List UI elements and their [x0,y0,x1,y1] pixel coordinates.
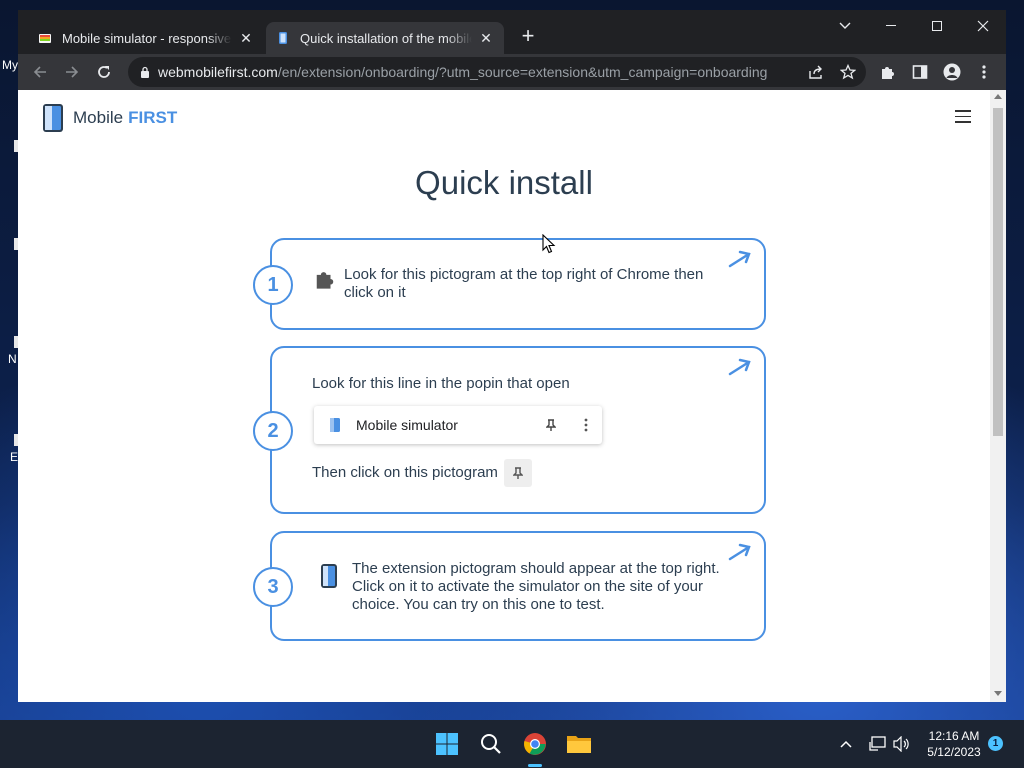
minimize-button[interactable] [868,10,914,42]
address-bar[interactable]: webmobilefirst.com/en/extension/onboardi… [128,57,866,87]
brand-suffix: FIRST [128,108,178,127]
clock[interactable]: 12:16 AM 5/12/2023 [916,728,992,760]
mouse-cursor-icon [542,234,556,254]
step-1-text: Look for this pictogram at the top right… [344,266,704,301]
share-button[interactable] [804,60,828,84]
desktop-icon-label[interactable]: My [2,58,18,72]
maximize-button[interactable] [914,10,960,42]
puzzle-icon [316,272,334,289]
step-number-badge: 3 [253,567,293,607]
extensions-button[interactable] [876,60,900,84]
profile-button[interactable] [940,60,964,84]
search-icon [481,734,501,754]
tab-strip: Mobile simulator - responsive testing ✕ … [18,10,1006,54]
tab-close-icon[interactable]: ✕ [238,30,254,47]
page-scrollbar[interactable] [990,90,1006,702]
volume-button[interactable] [886,728,918,760]
minimize-icon [886,25,896,26]
arrow-up-right-icon [728,358,751,376]
network-icon [869,736,886,751]
tab-search-button[interactable] [822,10,868,42]
browser-toolbar: webmobilefirst.com/en/extension/onboardi… [18,54,1006,90]
brand-prefix: Mobile [73,108,124,127]
reload-button[interactable] [92,60,116,84]
speaker-icon [893,736,909,752]
clock-time: 12:16 AM [928,729,980,743]
chrome-logo-icon [524,733,546,755]
phone-favicon-icon [279,32,287,44]
page-viewport: Mobile FIRST Quick install 1 Look for thi… [18,90,1006,702]
pin-pictogram [503,459,532,487]
step-2-outro: Then click on this pictogram [312,464,498,481]
popin-extension-row: Mobile simulator [314,406,602,444]
step-card-1: 1 Look for this pictogram at the top rig… [253,238,766,330]
step-number-badge: 1 [253,265,293,305]
lock-icon[interactable] [140,66,150,78]
side-panel-icon [912,65,928,79]
chevron-up-icon [840,740,852,748]
folder-icon [567,736,591,753]
tab-close-icon[interactable]: ✕ [478,30,494,47]
reload-icon [98,66,110,78]
start-button[interactable] [431,728,463,760]
notification-badge[interactable]: 1 [988,736,1003,751]
search-button[interactable] [475,728,507,760]
arrow-left-icon [33,66,46,78]
pin-icon [546,419,556,431]
kebab-menu-icon [584,418,588,432]
chrome-menu-button[interactable] [972,60,996,84]
phone-extension-icon [321,564,337,588]
windows-logo-icon [436,733,458,755]
share-icon [809,65,822,79]
url-path: /en/extension/onboarding/?utm_source=ext… [277,64,768,80]
puzzle-icon [882,67,894,79]
scrollbar-thumb[interactable] [993,108,1003,436]
close-icon [977,20,989,32]
scroll-up-arrow-icon[interactable] [994,94,1002,99]
show-hidden-icons-button[interactable] [830,728,862,760]
back-button[interactable] [28,60,52,84]
desktop-icon-label[interactable]: E [10,450,18,464]
forward-button[interactable] [60,60,84,84]
clock-date: 5/12/2023 [927,745,981,759]
popin-label: Mobile simulator [356,417,458,433]
new-tab-button[interactable]: + [516,24,540,48]
pin-icon [512,467,523,479]
phone-extension-icon [330,418,340,432]
step-card-3: 3 The extension pictogram should appear … [253,531,766,641]
avatar-icon [943,63,961,81]
chrome-window: Mobile simulator - responsive testing ✕ … [18,10,1006,702]
star-icon [840,64,856,80]
chevron-down-icon [839,22,851,29]
step-2-outro-row: Then click on this pictogram [312,459,532,487]
arrow-up-right-icon [728,543,751,561]
bookmark-button[interactable] [836,60,860,84]
close-window-button[interactable] [960,10,1006,42]
kebab-menu-icon [982,65,986,79]
site-logo[interactable]: Mobile FIRST [41,103,177,133]
active-app-indicator [528,764,542,767]
tab-quick-installation[interactable]: Quick installation of the mobile simulat… [266,22,504,54]
desktop-icon-label[interactable]: N [8,352,17,366]
windows-taskbar: 12:16 AM 5/12/2023 [0,720,1024,768]
step-2-intro: Look for this line in the popin that ope… [312,375,570,392]
step-3-text: The extension pictogram should appear at… [352,560,720,613]
hamburger-menu-icon[interactable] [955,110,971,123]
file-explorer-button[interactable] [563,728,595,760]
tab-title: Quick installation of the mobile simulat… [300,30,472,46]
page-title: Quick install [415,164,593,201]
tab-title: Mobile simulator - responsive testing [62,30,232,46]
step-number-badge: 2 [253,411,293,451]
chrome-taskbar-button[interactable] [519,728,551,760]
phone-logo-icon [43,104,63,132]
side-panel-button[interactable] [908,60,932,84]
maximize-icon [932,21,942,31]
url-host: webmobilefirst.com [158,64,278,80]
tab-mobile-simulator[interactable]: Mobile simulator - responsive testing ✕ [28,22,264,54]
scroll-down-arrow-icon[interactable] [994,691,1002,696]
step-card-2: 2 Look for this line in the popin that o… [253,346,766,514]
rainbow-favicon-icon [39,34,51,43]
arrow-right-icon [66,66,79,78]
